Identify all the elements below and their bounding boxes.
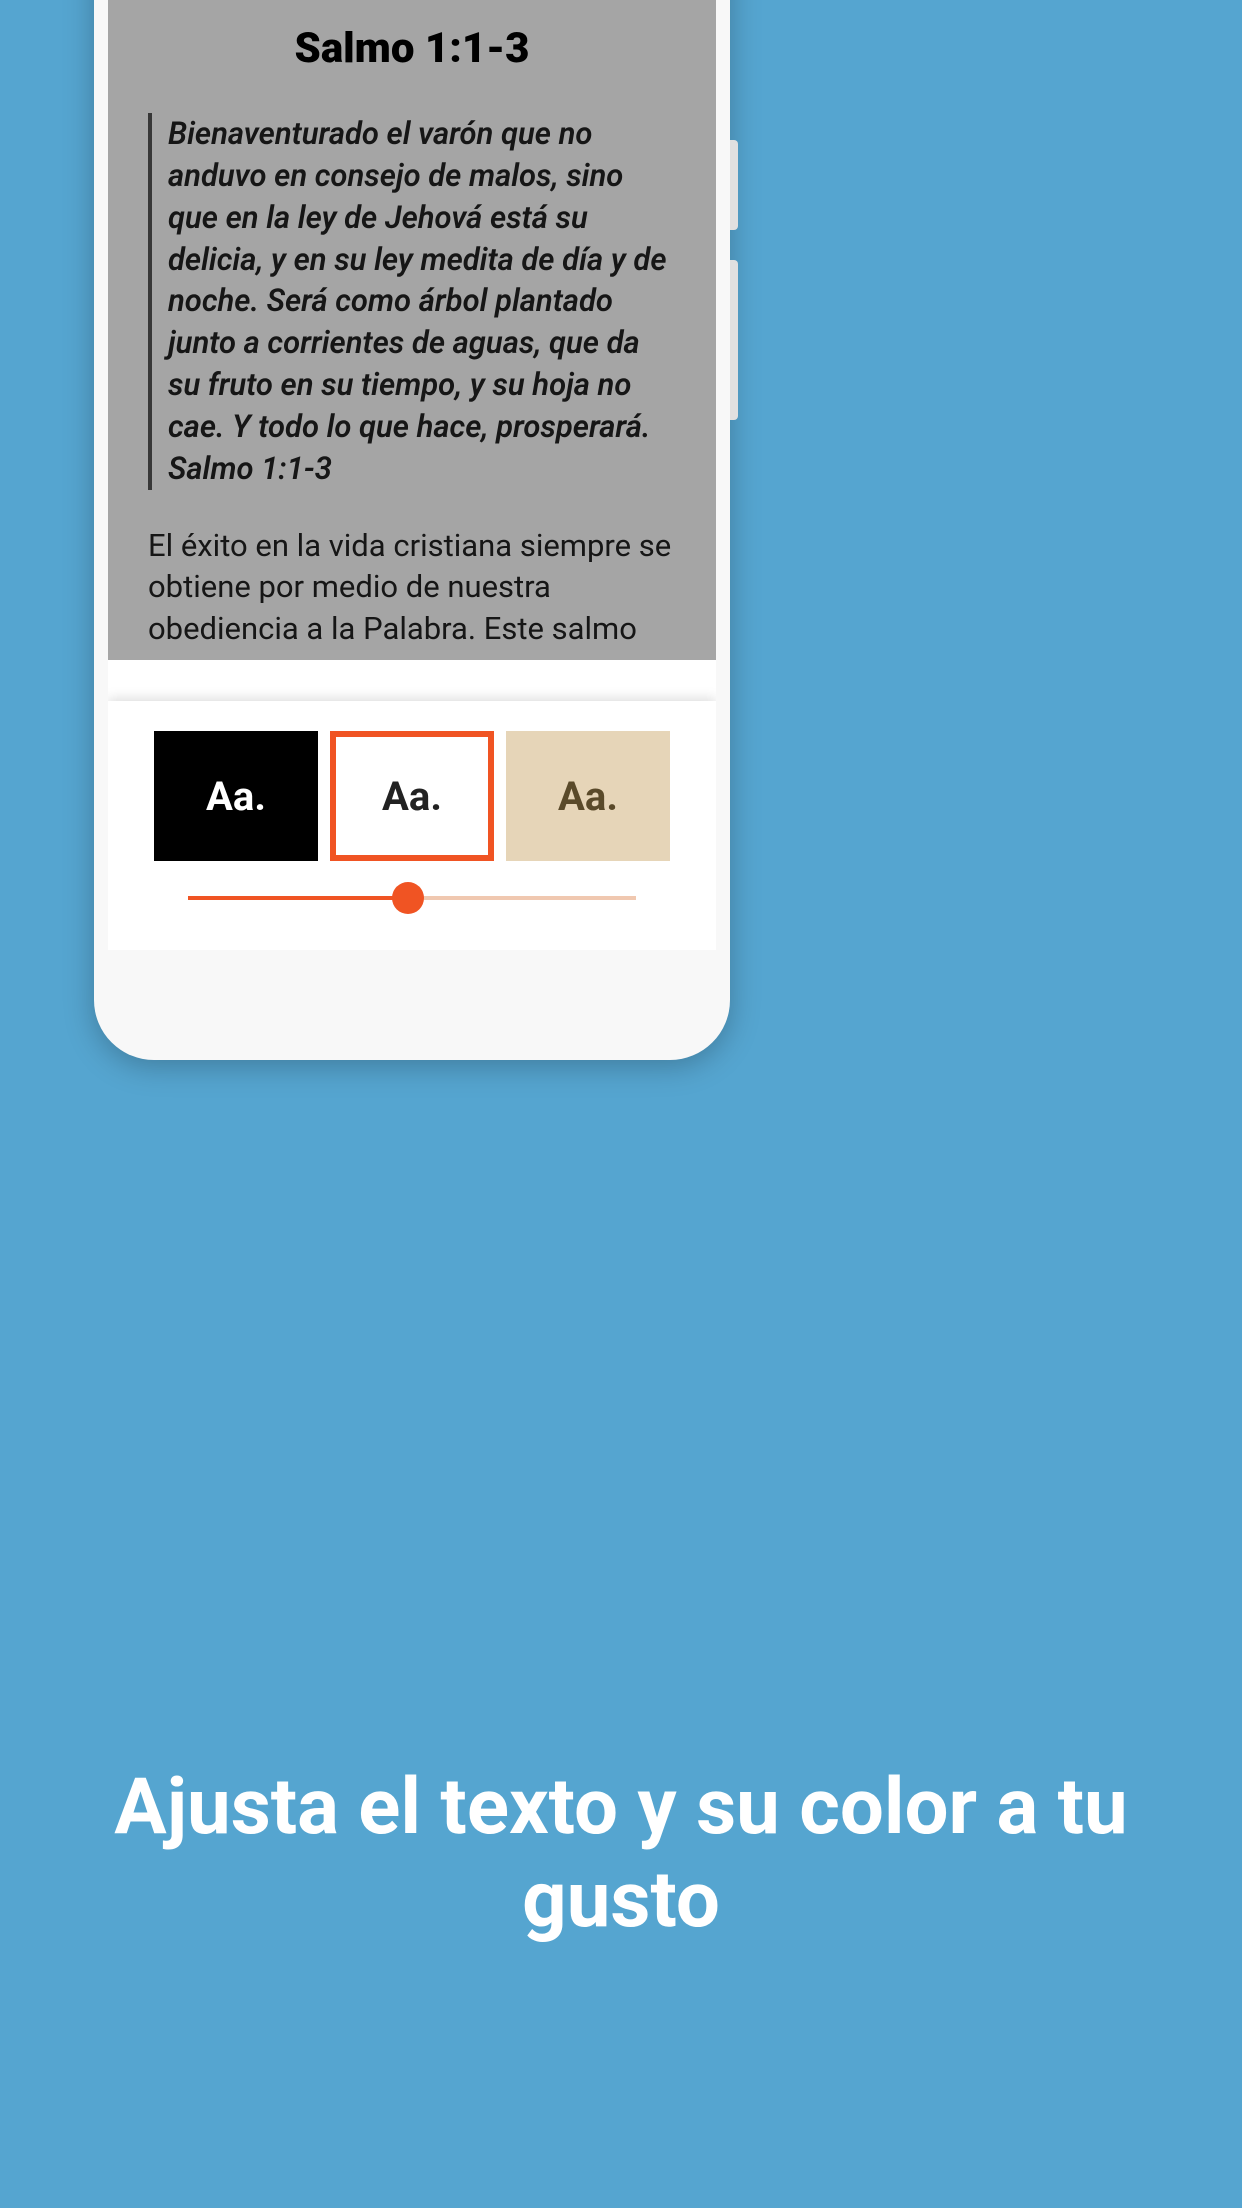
commentary-text: El éxito en la vida cristiana siempre se…: [148, 525, 676, 651]
theme-option-dark[interactable]: Aa.: [154, 731, 318, 861]
phone-side-button: [730, 140, 738, 230]
slider-empty: [408, 896, 636, 900]
verse-quote-block: Bienaventurado el varón que no anduvo en…: [148, 113, 676, 490]
text-settings-panel: Aa. Aa. Aa.: [108, 701, 716, 950]
slider-fill: [188, 896, 408, 900]
font-size-slider[interactable]: [153, 896, 671, 900]
theme-option-sepia[interactable]: Aa.: [506, 731, 670, 861]
phone-frame: 28 de Marzo ★ ⤴ ⋮ Salmo 1:1-3 Bienaventu…: [94, 0, 730, 1060]
theme-options: Aa. Aa. Aa.: [153, 731, 671, 861]
phone-screen: 28 de Marzo ★ ⤴ ⋮ Salmo 1:1-3 Bienaventu…: [108, 0, 716, 950]
slider-thumb[interactable]: [392, 882, 424, 914]
verse-text: Bienaventurado el varón que no anduvo en…: [168, 113, 676, 490]
theme-option-light[interactable]: Aa.: [330, 731, 494, 861]
promo-caption: Ajusta el texto y su color a tu gusto: [0, 1761, 1242, 1948]
phone-side-button: [730, 260, 738, 420]
slider-track: [188, 896, 636, 900]
verse-title: Salmo 1:1-3: [148, 24, 676, 73]
content-area: Salmo 1:1-3 Bienaventurado el varón que …: [108, 0, 716, 650]
